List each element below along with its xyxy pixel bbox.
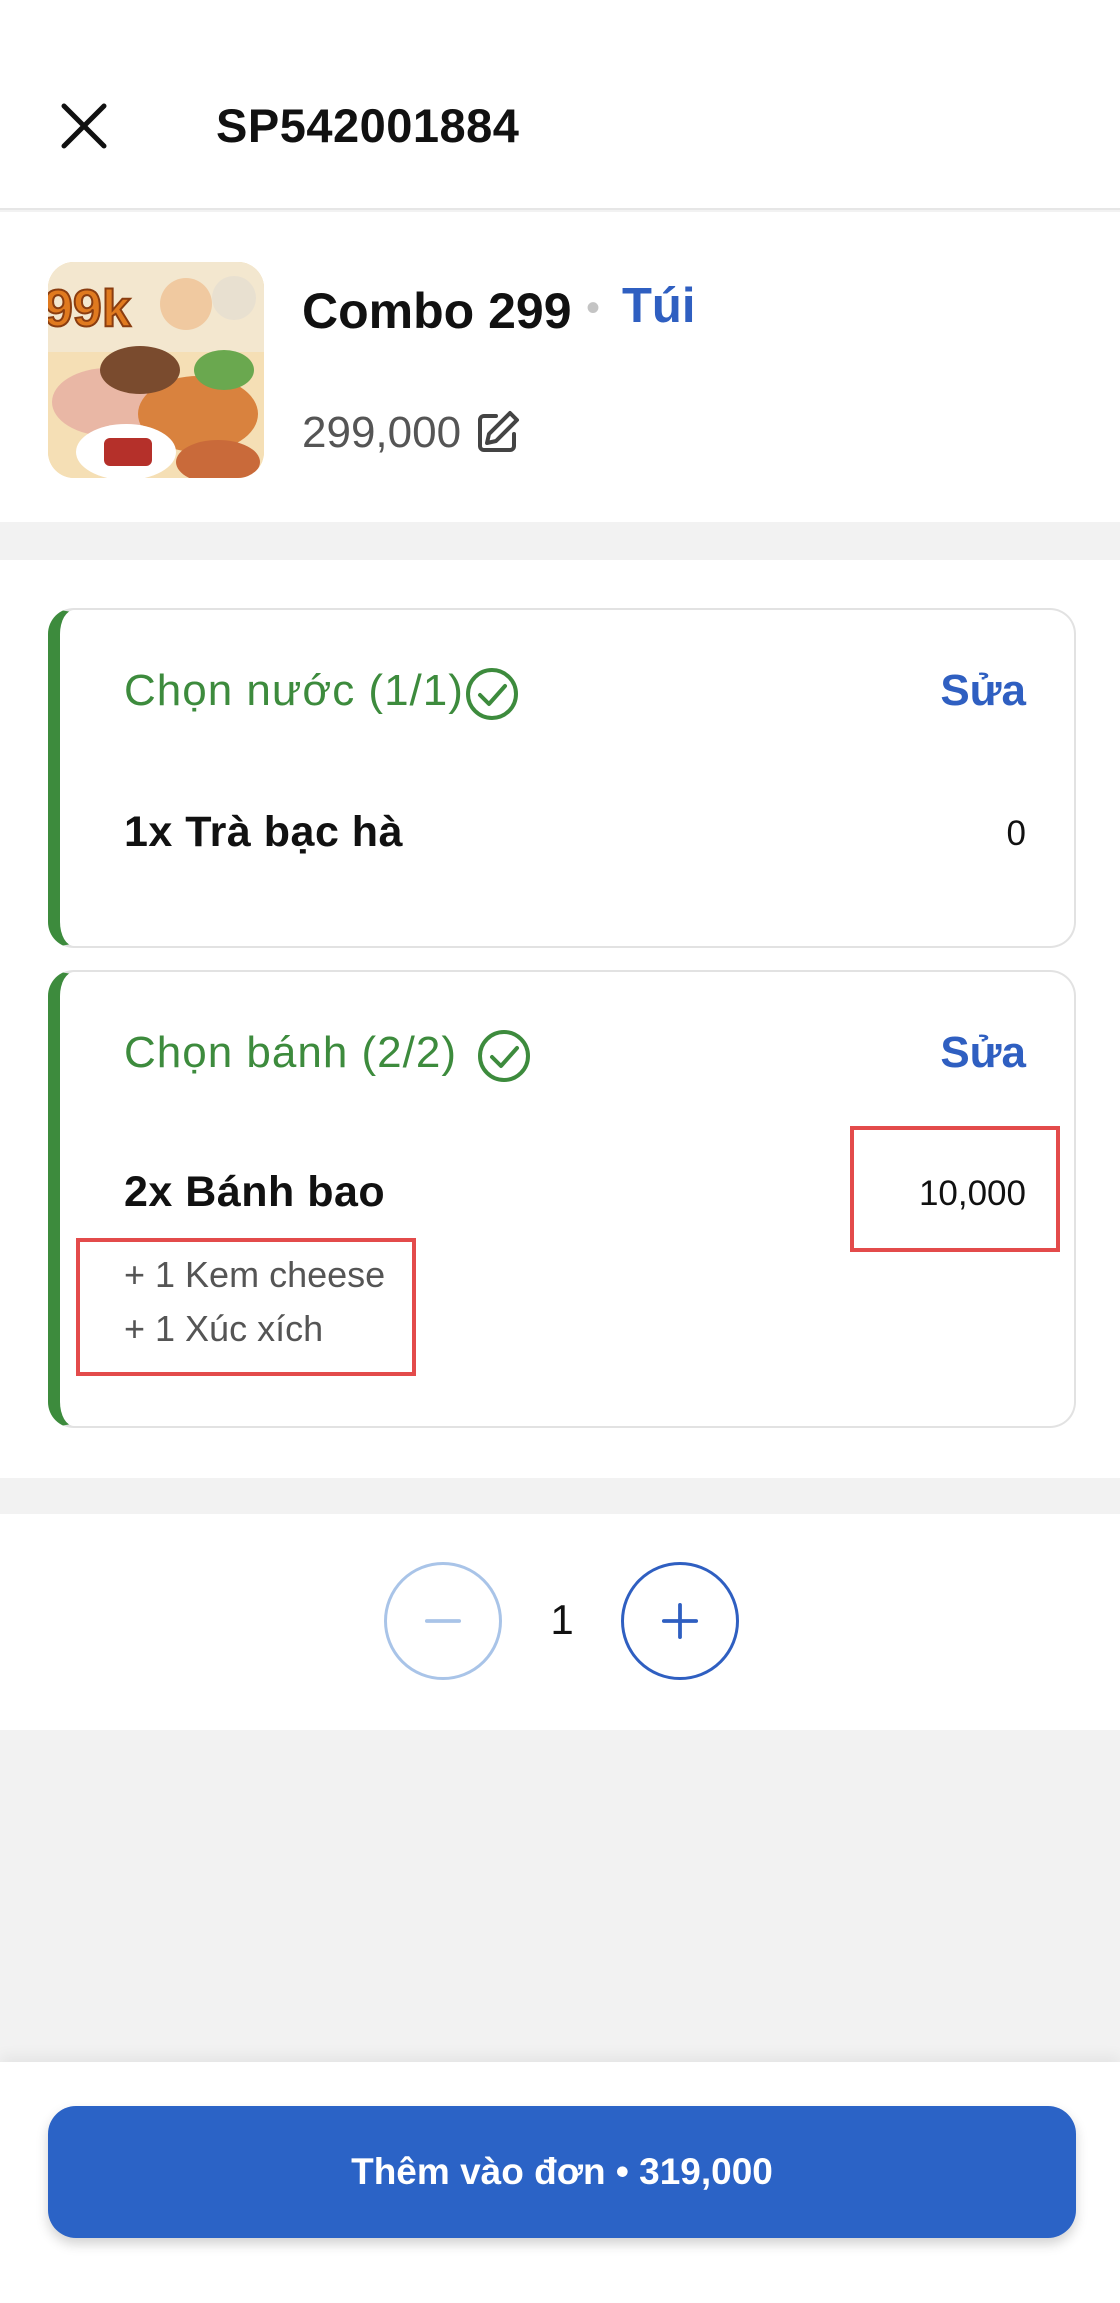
quantity-stepper: 1 [0, 1514, 1120, 1730]
group-title: Chọn nước (1/1) [124, 666, 464, 715]
close-icon[interactable] [58, 100, 110, 152]
quantity-value: 1 [550, 1596, 574, 1643]
edit-icon[interactable] [474, 408, 522, 456]
plus-icon[interactable] [621, 1562, 739, 1680]
highlight-box-addons [76, 1238, 416, 1376]
svg-text:99k: 99k [48, 280, 131, 338]
highlight-box-price [850, 1126, 1060, 1252]
product-image: 99k [48, 262, 264, 478]
page-title: SP542001884 [216, 99, 520, 152]
selected-item-name: 1x Trà bạc hà [124, 808, 403, 856]
separator-dot: • [586, 286, 601, 330]
edit-button[interactable]: Sửa [940, 666, 1026, 716]
selected-item-name: 2x Bánh bao [124, 1168, 386, 1216]
check-circle-icon [478, 1030, 530, 1082]
product-summary: 99k Combo 299 • Túi 299,000 [0, 212, 1120, 522]
footer-bar: Thêm vào đơn • 319,000 [0, 2062, 1120, 2303]
selected-item-price: 0 [1006, 814, 1026, 853]
app-header: SP542001884 [0, 0, 1120, 210]
group-title: Chọn bánh (2/2) [124, 1028, 457, 1077]
option-groups: Chọn nước (1/1) Sửa 1x Trà bạc hà 0 Chọn… [0, 560, 1120, 1478]
product-price: 299,000 [302, 408, 462, 457]
add-to-order-button[interactable]: Thêm vào đơn • 319,000 [48, 2106, 1076, 2238]
edit-button[interactable]: Sửa [940, 1028, 1026, 1078]
minus-icon[interactable] [384, 1562, 502, 1680]
check-circle-icon [466, 668, 518, 720]
product-name: Combo 299 [302, 283, 572, 339]
option-group-drink: Chọn nước (1/1) Sửa 1x Trà bạc hà 0 [48, 608, 1076, 948]
packaging-tag: Túi [622, 279, 696, 333]
